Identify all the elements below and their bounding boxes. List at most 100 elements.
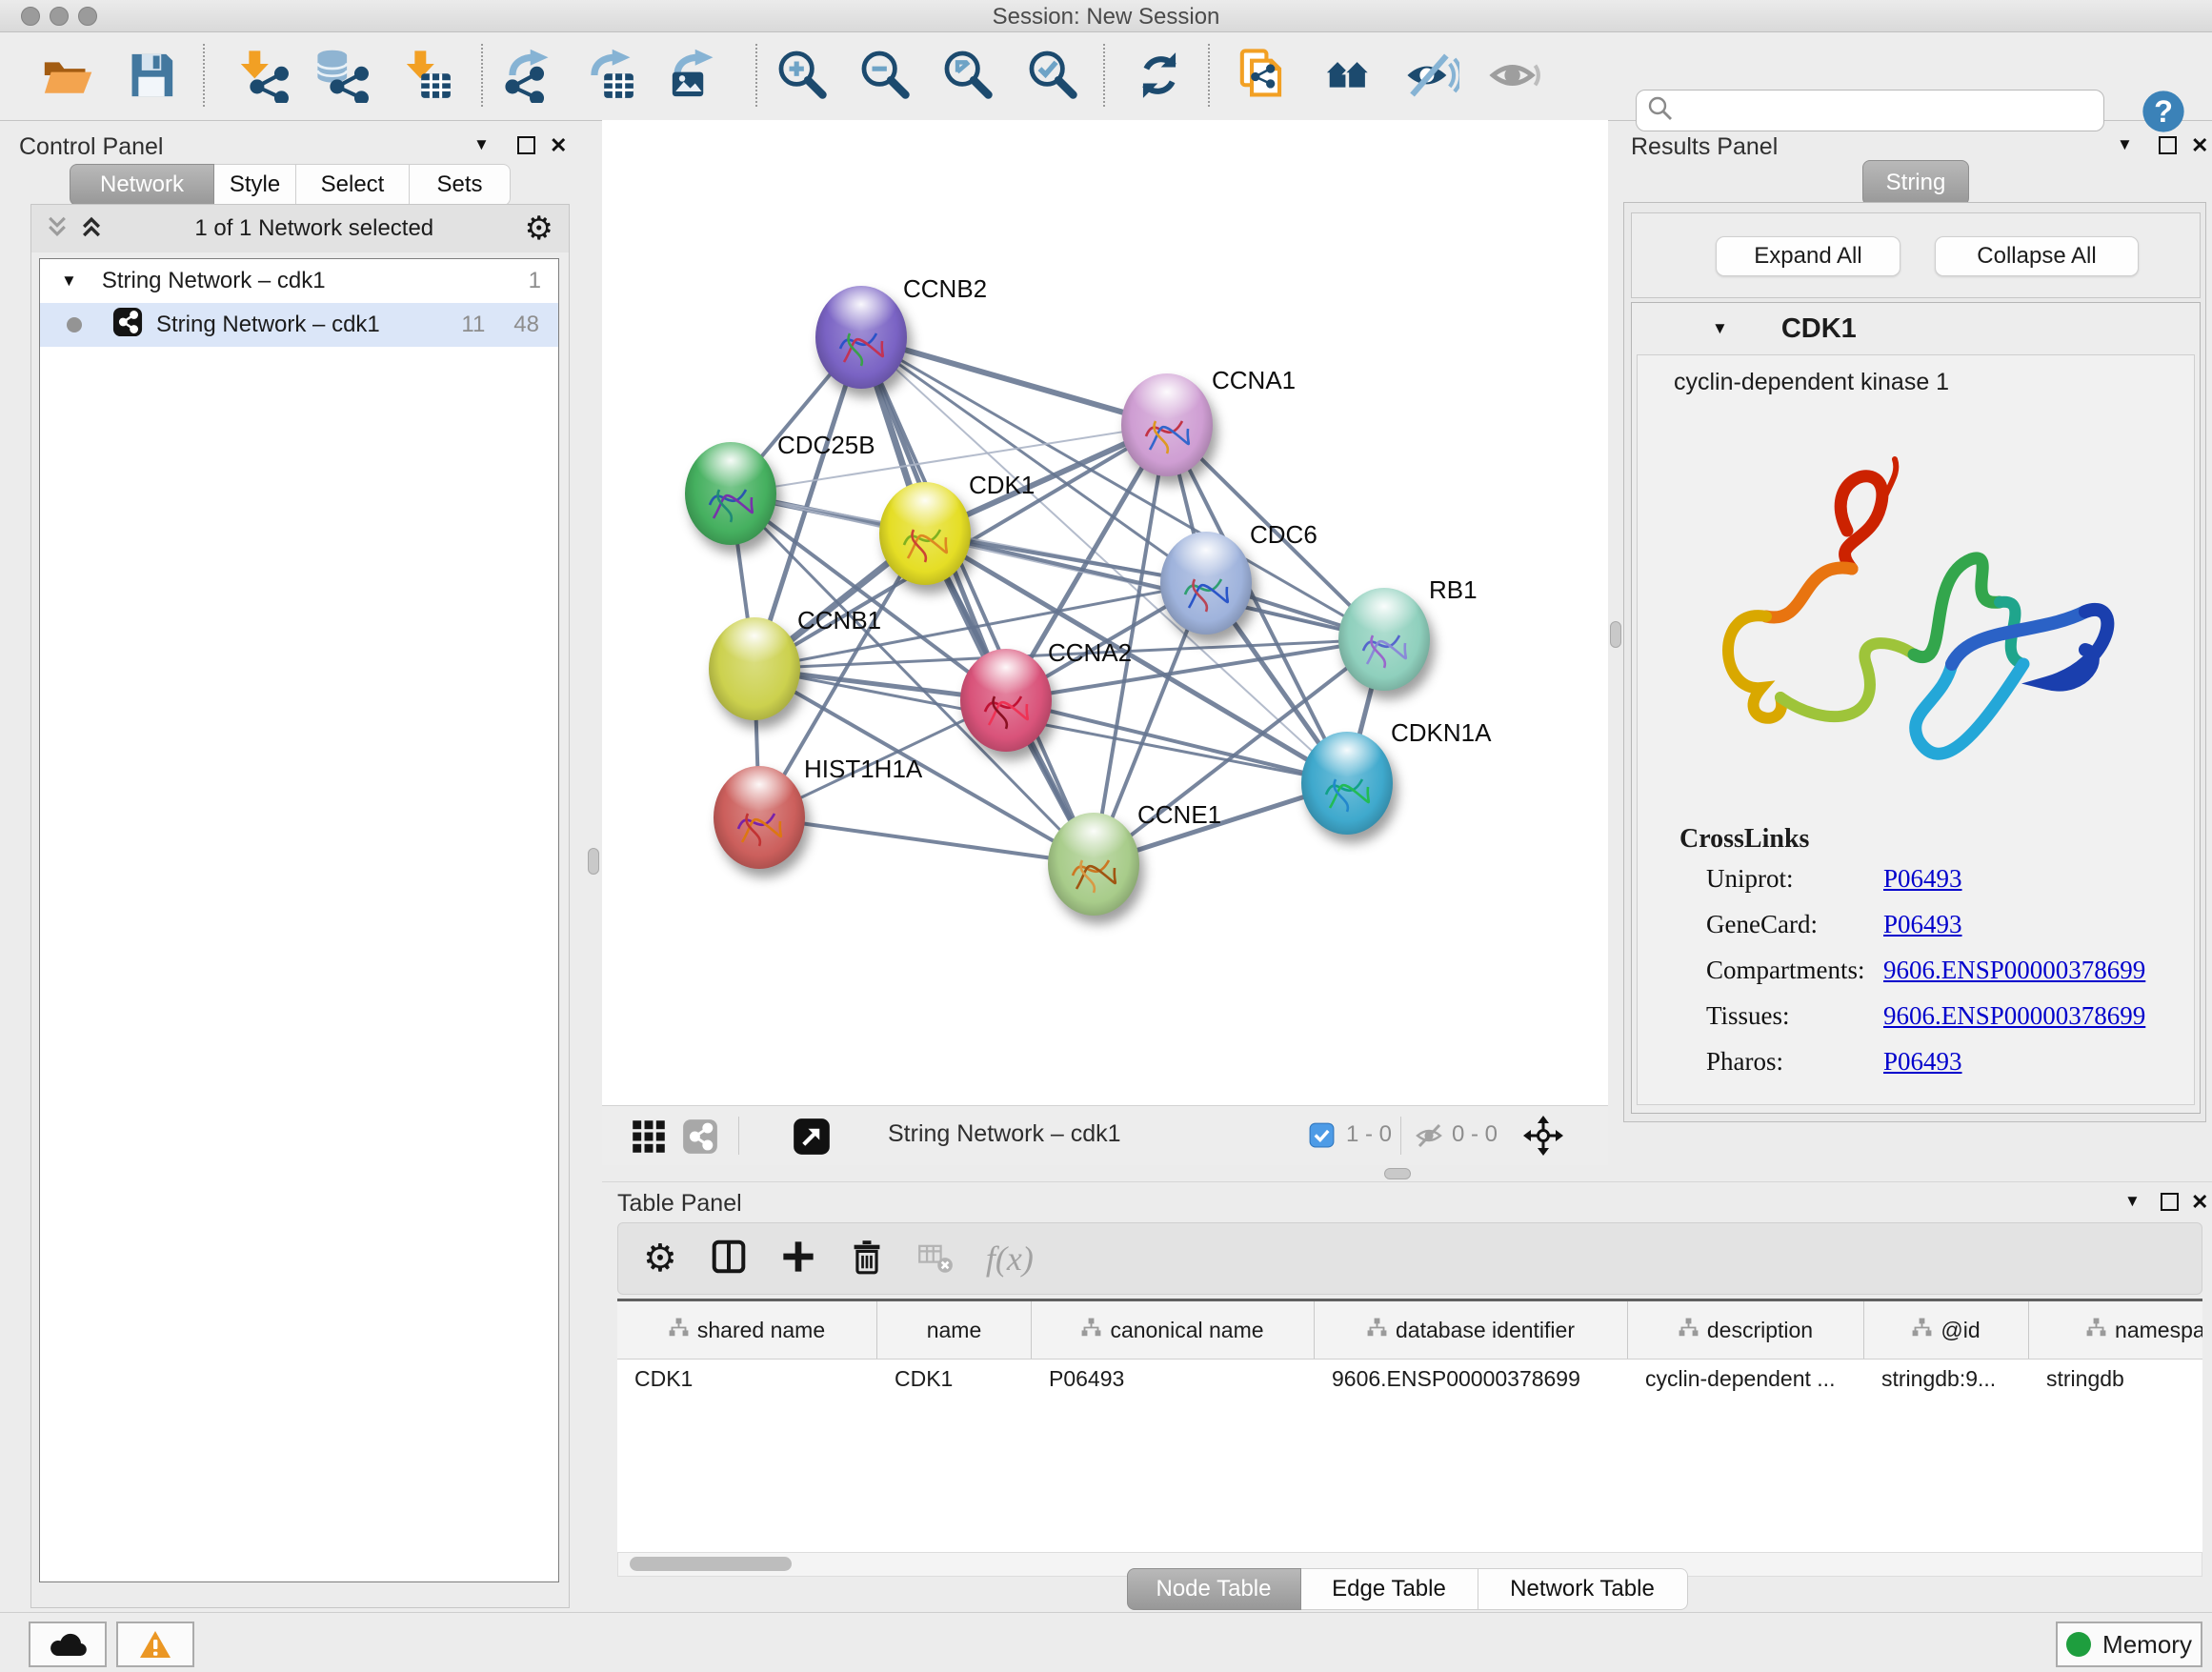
string-home-button[interactable]	[1321, 48, 1377, 103]
protein-node-CDK1[interactable]	[879, 482, 971, 585]
table-row[interactable]: CDK1CDK1P064939606.ENSP00000378699cyclin…	[617, 1360, 2202, 1398]
crosslink-link[interactable]: P06493	[1883, 910, 1962, 939]
table-settings-gear-icon[interactable]: ⚙	[643, 1237, 677, 1280]
float-panel-icon[interactable]	[2161, 1193, 2179, 1211]
refresh-button[interactable]	[1132, 48, 1187, 103]
import-database-button[interactable]	[314, 48, 370, 103]
crosslink-link[interactable]: P06493	[1883, 1047, 1962, 1077]
hidden-eye-icon[interactable]	[1414, 1121, 1444, 1155]
float-panel-icon[interactable]	[2159, 136, 2177, 154]
protein-node-CCNE1[interactable]	[1048, 813, 1139, 916]
tab-network[interactable]: Network	[70, 164, 214, 206]
warning-status-button[interactable]	[116, 1622, 194, 1667]
table-cell[interactable]: cyclin-dependent ...	[1628, 1360, 1864, 1398]
cloud-status-button[interactable]	[29, 1622, 107, 1667]
shared-column-icon	[1679, 1318, 1699, 1343]
column-header-database-identifier[interactable]: database identifier	[1315, 1301, 1628, 1359]
tab-network-table[interactable]: Network Table	[1478, 1568, 1688, 1610]
gene-symbol: CDK1	[1781, 313, 1857, 345]
crosslink-link[interactable]: 9606.ENSP00000378699	[1883, 956, 2145, 985]
column-header-description[interactable]: description	[1628, 1301, 1864, 1359]
close-panel-icon[interactable]: ✕	[2191, 1190, 2208, 1215]
left-splitter-handle[interactable]	[588, 848, 599, 875]
crosslink-link[interactable]: 9606.ENSP00000378699	[1883, 1001, 2145, 1031]
table-cell[interactable]: stringdb	[2029, 1360, 2202, 1398]
import-table-button[interactable]	[400, 48, 455, 103]
bottom-splitter-handle[interactable]	[1384, 1168, 1411, 1179]
open-in-window-icon[interactable]	[793, 1118, 831, 1160]
column-header-shared-name[interactable]: shared name	[617, 1301, 877, 1359]
save-session-button[interactable]	[124, 48, 179, 103]
crosslink-link[interactable]: P06493	[1883, 864, 1962, 894]
split-panel-columns-icon[interactable]	[710, 1238, 748, 1280]
table-cell[interactable]: stringdb:9...	[1864, 1360, 2029, 1398]
protein-node-CCNB1[interactable]	[709, 617, 800, 720]
collapse-entry-icon[interactable]: ▼	[1712, 319, 1728, 338]
column-header-@id[interactable]: @id	[1864, 1301, 2029, 1359]
grid-view-icon[interactable]	[631, 1118, 667, 1159]
hide-unselected-eye-button[interactable]	[1404, 48, 1459, 103]
table-cell[interactable]: CDK1	[877, 1360, 1032, 1398]
column-header-canonical-name[interactable]: canonical name	[1032, 1301, 1315, 1359]
panel-menu-icon[interactable]: ▼	[2117, 135, 2133, 154]
protein-node-HIST1H1A[interactable]	[714, 766, 805, 869]
expand-all-networks-icon[interactable]	[79, 214, 104, 244]
network-collection-row[interactable]: ▼String Network – cdk11	[40, 259, 558, 303]
expand-all-button[interactable]: Expand All	[1716, 236, 1900, 276]
tab-string[interactable]: String	[1862, 160, 1969, 206]
share-view-icon[interactable]	[682, 1118, 718, 1159]
protein-node-CDC6[interactable]	[1160, 532, 1252, 635]
collapse-all-button[interactable]: Collapse All	[1935, 236, 2139, 276]
column-header-namespace[interactable]: namespace	[2029, 1301, 2202, 1359]
export-table-button[interactable]	[583, 48, 638, 103]
zoom-in-button[interactable]	[775, 48, 831, 103]
crosslink-source: Tissues:	[1706, 1001, 1883, 1031]
import-network-button[interactable]	[234, 48, 290, 103]
network-row[interactable]: String Network – cdk11148	[40, 303, 558, 347]
protein-node-CDC25B[interactable]	[685, 442, 776, 545]
clone-network-button[interactable]	[1236, 48, 1291, 103]
export-network-button[interactable]	[501, 48, 556, 103]
network-view-canvas[interactable]: CCNB2CCNA1CDC25BCDK1CDC6RB1CCNB1CCNA2CDK…	[602, 120, 1608, 1105]
table-cell[interactable]: 9606.ENSP00000378699	[1315, 1360, 1628, 1398]
table-cell[interactable]: CDK1	[617, 1360, 877, 1398]
column-header-name[interactable]: name	[877, 1301, 1032, 1359]
memory-button[interactable]: Memory	[2056, 1622, 2202, 1667]
import-table-icon	[400, 48, 455, 103]
move-crosshair-icon[interactable]	[1522, 1115, 1564, 1161]
tab-select[interactable]: Select	[296, 164, 410, 206]
table-cell[interactable]: P06493	[1032, 1360, 1315, 1398]
collapse-all-networks-icon[interactable]	[45, 214, 70, 244]
protein-node-CCNA1[interactable]	[1121, 373, 1213, 476]
tab-node-table[interactable]: Node Table	[1127, 1568, 1301, 1610]
protein-node-CCNA2[interactable]	[960, 649, 1052, 752]
open-file-button[interactable]	[38, 48, 93, 103]
zoom-selected-button[interactable]	[1026, 48, 1081, 103]
show-eye-disabled-button[interactable]	[1488, 48, 1543, 103]
protein-node-CDKN1A[interactable]	[1301, 732, 1393, 835]
add-column-icon[interactable]	[780, 1239, 816, 1279]
export-image-button[interactable]	[666, 48, 721, 103]
tab-sets[interactable]: Sets	[410, 164, 511, 206]
search-input[interactable]	[1675, 97, 2088, 124]
panel-menu-icon[interactable]: ▼	[2124, 1192, 2141, 1211]
close-panel-icon[interactable]: ✕	[550, 133, 567, 158]
delete-column-icon[interactable]	[849, 1239, 885, 1279]
panel-menu-icon[interactable]: ▼	[473, 135, 490, 154]
tab-style[interactable]: Style	[214, 164, 296, 206]
close-panel-icon[interactable]: ✕	[2191, 133, 2208, 158]
selected-checkbox-icon[interactable]	[1309, 1122, 1335, 1153]
crosslinks-heading: CrossLinks	[1679, 824, 1809, 855]
zoom-out-button[interactable]	[858, 48, 914, 103]
tab-edge-table[interactable]: Edge Table	[1301, 1568, 1478, 1610]
gene-entry-header[interactable]: ▼ CDK1	[1632, 303, 2200, 354]
show-eye-disabled-icon	[1488, 48, 1543, 103]
zoom-fit-button[interactable]	[941, 48, 996, 103]
protein-node-RB1[interactable]	[1338, 588, 1430, 691]
network-options-gear-icon[interactable]: ⚙	[525, 210, 553, 248]
search-box[interactable]	[1636, 90, 2104, 131]
float-panel-icon[interactable]	[517, 136, 535, 154]
collapse-collection-icon[interactable]: ▼	[61, 272, 77, 291]
network-view-toolbar: String Network – cdk1 1 - 0 0 - 0	[602, 1105, 1608, 1165]
protein-node-CCNB2[interactable]	[815, 286, 907, 389]
